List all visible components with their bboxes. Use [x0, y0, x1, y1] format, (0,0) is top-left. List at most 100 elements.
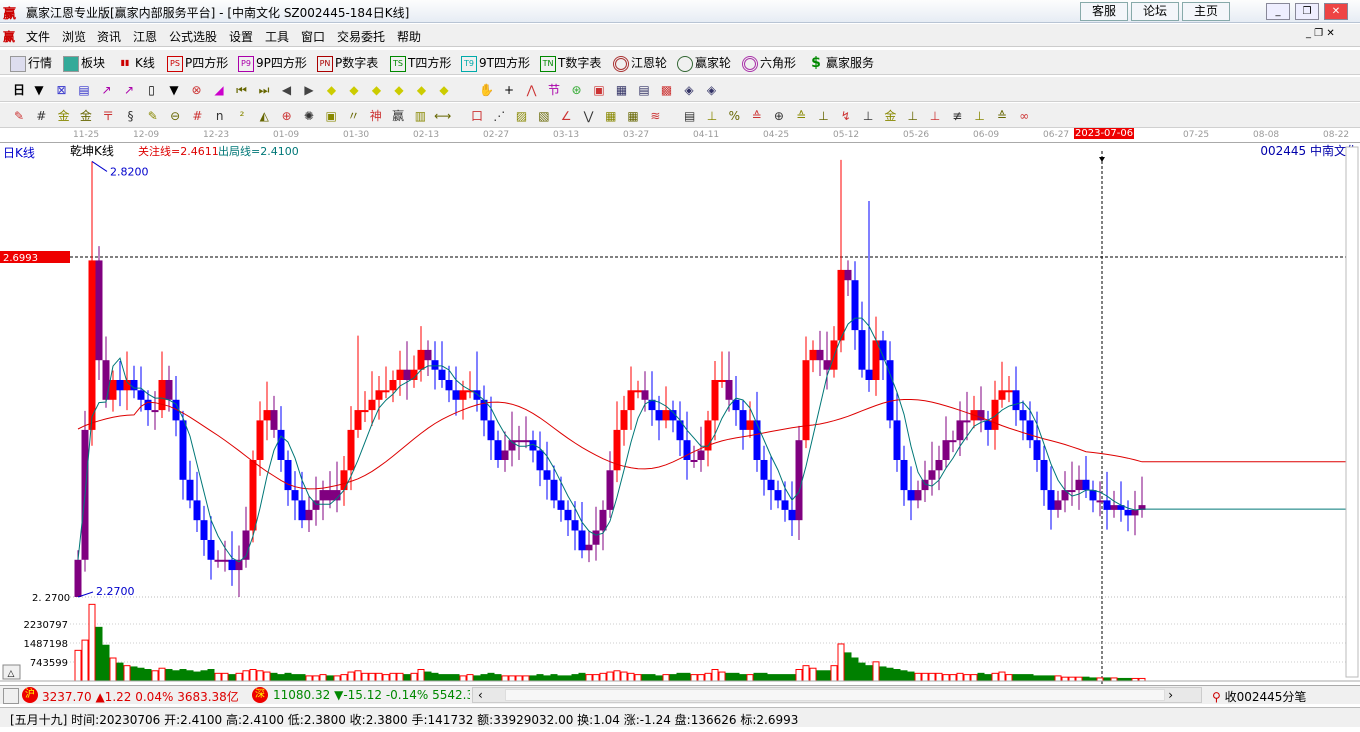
toolbar-quotes[interactable]: 行情 — [10, 54, 52, 72]
chart-tool-icon[interactable]: ▼ — [165, 81, 183, 99]
drawing-tool-icon[interactable]: 〃 — [345, 107, 363, 125]
drawing-tool-icon[interactable]: ⊖ — [166, 107, 184, 125]
drawing-tool-icon[interactable]: ≙ — [748, 107, 766, 125]
chart-tool-icon[interactable]: ✋ — [478, 81, 496, 99]
toolbar-t-square[interactable]: TS T四方形 — [390, 54, 451, 72]
menu-trade[interactable]: 交易委托 — [337, 28, 385, 45]
drawing-tool-icon[interactable]: ✎ — [144, 107, 162, 125]
drawing-tool-icon[interactable]: ≙ — [792, 107, 810, 125]
scroll-right-icon[interactable]: › — [1168, 688, 1173, 702]
chart-tool-icon[interactable]: ▤ — [75, 81, 93, 99]
drawing-tool-icon[interactable]: 神 — [367, 107, 385, 125]
menu-tools[interactable]: 工具 — [265, 28, 289, 45]
scroll-left-icon[interactable]: ‹ — [478, 688, 483, 702]
tick-watch[interactable]: ⚲ 收002445分笔 — [1212, 688, 1306, 705]
chart-tool-icon[interactable]: 节 — [545, 81, 563, 99]
menu-browse[interactable]: 浏览 — [62, 28, 86, 45]
sh-index[interactable]: 3237.70 ▲1.22 0.04% 3683.38亿 — [42, 688, 239, 705]
chart-tool-icon[interactable]: ◆ — [323, 81, 341, 99]
scroll-thumb[interactable] — [505, 689, 1165, 701]
chart-tool-icon[interactable]: ▶ — [300, 81, 318, 99]
close-button[interactable]: ✕ — [1324, 3, 1348, 20]
toolbar-p-table[interactable]: PN P数字表 — [317, 54, 378, 72]
chart-tool-icon[interactable]: ◆ — [435, 81, 453, 99]
drawing-tool-icon[interactable]: ⊕ — [278, 107, 296, 125]
chart-tool-icon[interactable]: ◈ — [680, 81, 698, 99]
chart-tool-icon[interactable]: ↗ — [120, 81, 138, 99]
drawing-tool-icon[interactable]: ↯ — [837, 107, 855, 125]
chart-tool-icon[interactable]: ◆ — [413, 81, 431, 99]
drawing-tool-icon[interactable]: ⊥ — [971, 107, 989, 125]
drawing-tool-icon[interactable]: ⋰ — [490, 107, 508, 125]
period-select[interactable]: 日 — [10, 81, 28, 99]
menu-news[interactable]: 资讯 — [97, 28, 121, 45]
chart-tool-icon[interactable]: ◢ — [210, 81, 228, 99]
drawing-tool-icon[interactable]: n — [211, 107, 229, 125]
chart-tool-icon[interactable]: ◆ — [390, 81, 408, 99]
drawing-tool-icon[interactable]: ² — [233, 107, 251, 125]
toolbar-gann-wheel[interactable]: 江恩轮 — [613, 54, 667, 72]
drawing-tool-icon[interactable]: ≢ — [948, 107, 966, 125]
drawing-tool-icon[interactable]: ▨ — [513, 107, 531, 125]
chart-tool-icon[interactable]: ⏮ — [233, 81, 251, 99]
drawing-tool-icon[interactable]: # — [188, 107, 206, 125]
drawing-tool-icon[interactable]: ▧ — [535, 107, 553, 125]
chart-tool-icon[interactable]: ▼ — [30, 81, 48, 99]
toolbar-9t-square[interactable]: T9 9T四方形 — [461, 54, 530, 72]
toolbar-winner-wheel[interactable]: 赢家轮 — [677, 54, 731, 72]
menu-file[interactable]: 文件 — [26, 28, 50, 45]
menu-formula[interactable]: 公式选股 — [169, 28, 217, 45]
sz-index[interactable]: 11080.32 ▼-15.12 -0.14% 5542.38 — [273, 688, 470, 702]
chart-tool-icon[interactable]: ↗ — [98, 81, 116, 99]
drawing-tool-icon[interactable]: ▦ — [602, 107, 620, 125]
chart-tool-icon[interactable]: ⊠ — [53, 81, 71, 99]
drawing-tool-icon[interactable]: % — [725, 107, 743, 125]
drawing-tool-icon[interactable]: ≋ — [646, 107, 664, 125]
horizontal-scrollbar[interactable]: ‹ › — [472, 687, 1202, 703]
maximize-button[interactable]: ❐ — [1295, 3, 1319, 20]
chart-tool-icon[interactable]: ◀ — [278, 81, 296, 99]
chart-tool-icon[interactable]: ▦ — [613, 81, 631, 99]
drawing-tool-icon[interactable]: 金 — [55, 107, 73, 125]
toolbar-p-square[interactable]: PS P四方形 — [167, 54, 228, 72]
toolbar-sectors[interactable]: 板块 — [63, 54, 105, 72]
drawing-tool-icon[interactable]: ⊥ — [926, 107, 944, 125]
mdi-controls[interactable]: _ ❐ ✕ — [1306, 28, 1335, 39]
drawing-tool-icon[interactable]: ⊥ — [859, 107, 877, 125]
drawing-tool-icon[interactable]: ▤ — [681, 107, 699, 125]
kline-chart[interactable]: 日K线 乾坤K线 关注线=2.4611 出局线=2.4100 002445 中南文化 2.… — [0, 143, 1360, 684]
chart-tool-icon[interactable]: ◆ — [368, 81, 386, 99]
toolbar-kline[interactable]: ▮▮ K线 — [117, 54, 155, 72]
menu-help[interactable]: 帮助 — [397, 28, 421, 45]
drawing-tool-icon[interactable]: ◭ — [255, 107, 273, 125]
drawing-tool-icon[interactable]: 金 — [77, 107, 95, 125]
chart-tool-icon[interactable]: ▩ — [658, 81, 676, 99]
drawing-tool-icon[interactable]: § — [122, 107, 140, 125]
drawing-tool-icon[interactable]: ⊥ — [904, 107, 922, 125]
drawing-tool-icon[interactable]: ⊥ — [703, 107, 721, 125]
minimize-button[interactable]: _ — [1266, 3, 1290, 20]
drawing-tool-icon[interactable]: 口 — [468, 107, 486, 125]
menu-gann[interactable]: 江恩 — [133, 28, 157, 45]
drawing-tool-icon[interactable]: ≙ — [993, 107, 1011, 125]
drawing-tool-icon[interactable]: ▣ — [322, 107, 340, 125]
drawing-tool-icon[interactable]: ∠ — [557, 107, 575, 125]
chart-tool-icon[interactable]: ⊗ — [188, 81, 206, 99]
drawing-tool-icon[interactable]: ⊕ — [770, 107, 788, 125]
chart-tool-icon[interactable]: ⏭ — [255, 81, 273, 99]
chart-tool-icon[interactable]: ▣ — [590, 81, 608, 99]
drawing-tool-icon[interactable]: ∞ — [1015, 107, 1033, 125]
drawing-tool-icon[interactable]: # — [32, 107, 50, 125]
drawing-tool-icon[interactable]: ▦ — [624, 107, 642, 125]
drawing-tool-icon[interactable]: ⊥ — [815, 107, 833, 125]
chart-tool-icon[interactable]: + — [500, 81, 518, 99]
home-button[interactable]: 主页 — [1182, 2, 1230, 21]
toolbar-9p-square[interactable]: P9 9P四方形 — [238, 54, 307, 72]
toolbar-service[interactable]: $ 赢家服务 — [808, 54, 874, 72]
support-button[interactable]: 客服 — [1080, 2, 1128, 21]
chart-tool-icon[interactable]: ⋀ — [523, 81, 541, 99]
menu-settings[interactable]: 设置 — [229, 28, 253, 45]
menu-window[interactable]: 窗口 — [301, 28, 325, 45]
drawing-tool-icon[interactable]: ✺ — [300, 107, 318, 125]
drawing-tool-icon[interactable]: ⋁ — [580, 107, 598, 125]
